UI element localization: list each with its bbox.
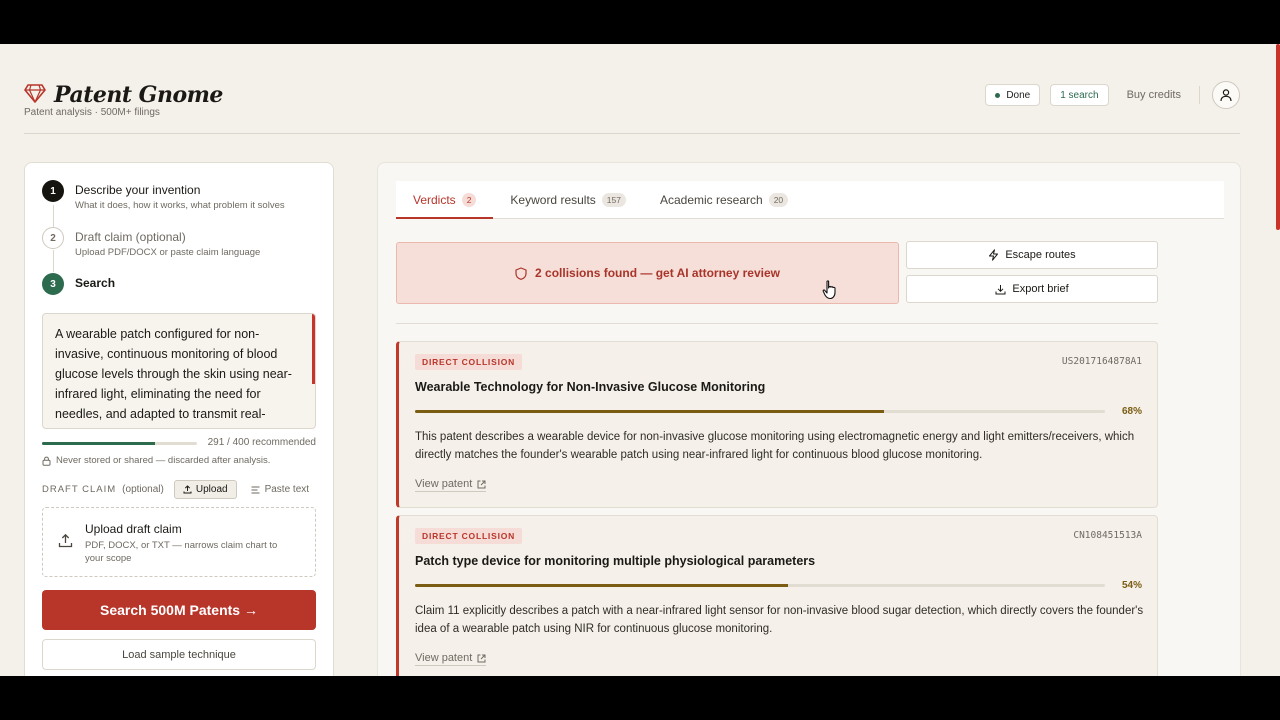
dropzone-subtitle: PDF, DOCX, or TXT — narrows claim chart … [85, 540, 278, 564]
search-count-badge: 1 search [1050, 84, 1109, 106]
draft-claim-row: DRAFT CLAIM (optional) Upload Paste text [42, 480, 309, 499]
collision-tag: DIRECT COLLISION [415, 528, 523, 544]
draft-claim-optional: (optional) [122, 484, 164, 495]
lightning-icon [989, 249, 999, 261]
export-brief-label: Export brief [1012, 283, 1069, 295]
section-divider [396, 323, 1158, 324]
draft-claim-dropzone[interactable]: Upload draft claim PDF, DOCX, or TXT — n… [42, 507, 316, 577]
app-header: Patent Gnome Patent analysis · 500M+ fil… [24, 44, 1240, 134]
step-title: Draft claim (optional) [75, 230, 186, 244]
search-patents-button[interactable]: Search 500M Patents → [42, 590, 316, 630]
step-describe[interactable]: 1 Describe your invention What it does, … [42, 180, 285, 211]
match-score-fill [415, 584, 788, 587]
escape-routes-label: Escape routes [1005, 249, 1076, 261]
match-score-fill [415, 410, 885, 413]
lock-icon [42, 456, 51, 466]
result-description: Claim 11 explicitly describes a patch wi… [415, 605, 1144, 635]
escape-routes-button[interactable]: Escape routes [906, 241, 1158, 269]
load-sample-button[interactable]: Load sample technique [42, 639, 316, 670]
step-title: Search [75, 276, 116, 290]
match-score-label: 68% [1121, 406, 1142, 417]
step-search[interactable]: 3 Search [42, 273, 115, 295]
step-title: Describe your invention [75, 183, 201, 197]
lines-icon [251, 486, 260, 493]
tab-academic-research[interactable]: Academic research 20 [643, 181, 805, 218]
textarea-scrollbar[interactable] [312, 314, 315, 384]
search-count-label: 1 search [1060, 89, 1099, 101]
upload-icon [183, 485, 192, 494]
result-description: This patent describes a wearable device … [415, 431, 1135, 461]
tab-count-badge: 20 [768, 192, 789, 207]
result-title: Patch type device for monitoring multipl… [415, 554, 816, 568]
tab-keyword-results[interactable]: Keyword results 157 [493, 181, 643, 218]
dropzone-title: Upload draft claim [85, 522, 182, 536]
paste-label: Paste text [264, 484, 310, 495]
view-patent-label: View patent [415, 652, 473, 664]
app-screen: Patent Gnome Patent analysis · 500M+ fil… [0, 44, 1280, 676]
results-panel: Verdicts 2 Keyword results 157 Academic … [377, 162, 1241, 676]
draft-claim-label: DRAFT CLAIM [42, 484, 117, 495]
upload-mode-button[interactable]: Upload [173, 480, 237, 499]
input-panel: 1 Describe your invention What it does, … [24, 162, 334, 676]
header-divider [1199, 86, 1200, 104]
step-number: 3 [42, 273, 64, 295]
privacy-text: Never stored or shared — discarded after… [56, 455, 271, 466]
match-score-label: 54% [1121, 580, 1142, 591]
char-count-row: 291 / 400 recommended [42, 437, 316, 449]
brand-name: Patent Gnome [54, 82, 223, 108]
collision-tag: DIRECT COLLISION [415, 354, 523, 370]
tab-verdicts[interactable]: Verdicts 2 [396, 181, 494, 219]
external-link-icon [477, 654, 486, 662]
tab-count-badge: 2 [461, 192, 477, 207]
tab-count-badge: 157 [601, 192, 626, 207]
step-subtitle: What it does, how it works, what problem… [75, 200, 285, 211]
view-patent-link[interactable]: View patent [415, 478, 487, 492]
results-tabs: Verdicts 2 Keyword results 157 Academic … [396, 181, 1224, 219]
gem-logo-icon [24, 83, 46, 108]
shield-icon [515, 266, 527, 280]
user-icon [1220, 89, 1232, 102]
tab-label: Academic research [659, 192, 763, 207]
match-score-bar [415, 410, 1105, 413]
upload-icon [58, 533, 73, 553]
user-avatar-button[interactable] [1212, 81, 1240, 109]
view-patent-label: View patent [415, 478, 473, 490]
status-badge: Done [985, 84, 1041, 106]
paste-text-button[interactable]: Paste text [251, 484, 309, 495]
invention-text: A wearable patch configured for non-inva… [55, 327, 292, 421]
step-draft-claim[interactable]: 2 Draft claim (optional) Upload PDF/DOCX… [42, 227, 260, 258]
step-subtitle: Upload PDF/DOCX or paste claim language [75, 247, 261, 258]
header-actions: Done 1 search Buy credits [985, 81, 1240, 109]
banner-text: 2 collisions found — get AI attorney rev… [535, 266, 780, 280]
step-number: 2 [42, 227, 64, 249]
step-number: 1 [42, 180, 64, 202]
invention-description-input[interactable]: A wearable patch configured for non-inva… [42, 313, 316, 429]
status-label: Done [1006, 89, 1031, 101]
download-icon [995, 284, 1006, 294]
result-card: DIRECT COLLISION US2017164878A1 Wearable… [396, 341, 1158, 508]
status-dot-icon [995, 92, 1001, 98]
brand-subtitle: Patent analysis · 500M+ filings [24, 107, 160, 118]
buy-credits-link[interactable]: Buy credits [1127, 89, 1181, 101]
page-scrollbar[interactable] [1276, 44, 1280, 230]
external-link-icon [477, 480, 486, 488]
privacy-note: Never stored or shared — discarded after… [42, 455, 270, 466]
export-brief-button[interactable]: Export brief [906, 275, 1158, 303]
char-count-label: 291 / 400 recommended [207, 437, 316, 448]
patent-id: US2017164878A1 [1061, 356, 1142, 367]
upload-label: Upload [195, 484, 228, 495]
char-count-progress [42, 442, 197, 445]
result-card: DIRECT COLLISION CN108451513A Patch type… [396, 515, 1158, 676]
result-title: Wearable Technology for Non-Invasive Glu… [415, 380, 766, 394]
view-patent-link[interactable]: View patent [415, 652, 487, 666]
hand-cursor-icon [822, 280, 836, 300]
tab-label: Verdicts [413, 192, 456, 207]
brand[interactable]: Patent Gnome [24, 82, 223, 108]
char-count-progress-fill [42, 442, 155, 445]
patent-id: CN108451513A [1073, 530, 1142, 541]
match-score-bar [415, 584, 1105, 587]
tab-label: Keyword results [510, 192, 596, 207]
